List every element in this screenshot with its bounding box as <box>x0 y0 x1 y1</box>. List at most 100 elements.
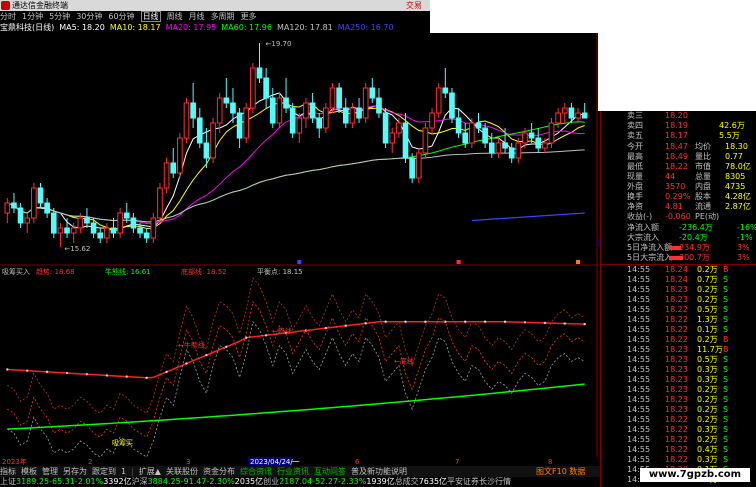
menu-item-4[interactable]: 60分钟 <box>108 11 134 22</box>
menu-item-1[interactable]: 1分钟 <box>22 11 43 22</box>
tick-side: S <box>723 425 729 434</box>
tick-time: 14:55 <box>627 385 651 394</box>
menu-item-8[interactable]: 多周期 <box>211 11 235 22</box>
trend-dot <box>404 320 407 323</box>
tick-price: 18.23 <box>665 295 688 304</box>
menu-item-7[interactable]: 月线 <box>189 11 205 22</box>
quote-volume: 42.6万 <box>719 121 745 130</box>
menu-item-9[interactable]: 更多 <box>241 11 257 22</box>
function-tab[interactable]: 资金分布 <box>203 467 235 476</box>
candle-body <box>223 97 230 104</box>
event-marker[interactable] <box>576 260 581 264</box>
candle-body <box>369 87 376 99</box>
index-label[interactable]: 创业 <box>263 477 279 486</box>
trend-dot <box>165 370 168 374</box>
event-marker[interactable] <box>297 260 302 264</box>
period-menu: 分时 1分钟 5分钟 30分钟 60分钟 日线 周线 月线 多周期 更多 <box>0 11 430 22</box>
candle-body <box>64 227 70 234</box>
stat-label: 净资 <box>627 202 643 211</box>
function-tab[interactable]: 扩展▲ <box>139 467 161 476</box>
candle-body <box>170 162 177 174</box>
tick-side: S <box>723 455 729 464</box>
tick-volume: 0.3万 <box>697 455 718 464</box>
bottom-tab[interactable]: 1 <box>121 467 126 476</box>
tick-price: 18.23 <box>665 405 688 414</box>
panel-row: 14:55 18.23 11.7万 B <box>601 345 756 355</box>
candle-body <box>462 132 469 144</box>
candle-body <box>349 107 356 124</box>
quote-panel: 卖三 18.20 卖四 18.19 42.6万 卖五 18.17 5.5万 今开 18.47 均价 1… <box>600 111 756 487</box>
flow-pct: -16% <box>737 223 756 232</box>
flow-value: -236.4万 <box>679 223 713 232</box>
candle-body <box>555 112 561 124</box>
candle-body <box>329 87 336 109</box>
trend-dot <box>225 345 228 349</box>
index-amount: 1939亿 <box>366 477 395 486</box>
candle-body <box>415 152 422 179</box>
panel-row: 卖四 18.19 42.6万 <box>601 121 756 131</box>
date-tick: 7 <box>455 458 459 466</box>
panel-row: 14:55 18.23 0.2万 S <box>601 405 756 415</box>
index-label[interactable]: 沪深 <box>132 477 148 486</box>
candle-body <box>316 117 323 129</box>
menu-item-3[interactable]: 30分钟 <box>76 11 102 22</box>
date-tick: 2 <box>88 458 92 466</box>
trend-dot <box>483 320 487 323</box>
quote-label: 卖五 <box>627 131 643 140</box>
tick-side: S <box>723 445 729 454</box>
tick-price: 18.22 <box>665 315 688 324</box>
status-bar: 上证3189.25-65.31-2.01%3392亿沪深3884.25-91.4… <box>0 477 600 487</box>
candle-body <box>190 102 196 119</box>
candle-body <box>276 97 283 124</box>
trade-button[interactable]: 交易 <box>406 0 422 11</box>
indicator-header-item: 底部线: 18.52 <box>181 267 227 276</box>
index-amount: 2035亿 <box>234 477 264 486</box>
candle-body <box>130 217 137 229</box>
candle-body <box>104 227 110 239</box>
tick-price: 18.23 <box>665 355 688 364</box>
flow-label: 净流入额 <box>627 223 659 232</box>
bottom-tab[interactable]: 模板 <box>21 467 37 476</box>
menu-item-0[interactable]: 分时 <box>0 11 16 22</box>
quote-volume: 5.5万 <box>719 131 740 140</box>
panel-row: 14:55 18.23 0.2万 S <box>601 285 756 295</box>
flow-bar <box>669 256 683 260</box>
bottom-tab[interactable]: 跟定到 <box>92 467 116 476</box>
panel-row: 现量 44 总量 8305 <box>601 172 756 182</box>
candle-body <box>502 142 508 149</box>
tick-time: 14:55 <box>627 285 651 294</box>
function-tab[interactable]: 互动问答 <box>314 467 346 476</box>
price-chart[interactable]: 19.5019.2519.0018.7518.5018.2518.0017.75… <box>0 33 600 466</box>
f10-button[interactable]: 图文F10 数据 <box>536 466 585 477</box>
candle-body <box>488 142 495 154</box>
menu-item-2[interactable]: 5分钟 <box>49 11 70 22</box>
flow-bar <box>669 246 681 250</box>
function-tab[interactable]: 综合资讯 <box>240 467 272 476</box>
flow-label: 5日净流入额 <box>627 243 673 252</box>
tick-volume: 11.7万 <box>697 345 723 354</box>
index-amount: 7635亿 <box>418 477 448 486</box>
candle-body <box>475 122 482 129</box>
function-tab[interactable]: 行业资讯 <box>277 467 309 476</box>
function-tab[interactable]: 关联股份 <box>166 467 198 476</box>
candle-body <box>117 212 123 234</box>
bottom-tab[interactable]: 另存为 <box>63 467 87 476</box>
menu-item-5[interactable]: 日线 <box>140 11 161 22</box>
stat-label: 内盘 <box>695 182 711 191</box>
panel-row: 最低 18.22 市值 78.0亿 <box>601 162 756 172</box>
event-marker[interactable] <box>456 260 461 264</box>
indicator-header-item: 吸筹买入 <box>2 267 30 276</box>
index-label[interactable]: 上证 <box>0 477 16 486</box>
bottom-tab[interactable]: 管理 <box>42 467 58 476</box>
function-tab[interactable]: 普及新功能说明 <box>351 467 407 476</box>
panel-row: 14:55 18.24 0.7万 S <box>601 275 756 285</box>
candle-body <box>50 212 57 234</box>
candle-body <box>236 112 243 139</box>
candle-body <box>469 122 475 144</box>
candle-body <box>44 202 50 214</box>
bottom-tab[interactable]: 指标 <box>0 467 16 476</box>
menu-item-6[interactable]: 周线 <box>167 11 183 22</box>
index-label[interactable]: 总成交 <box>395 477 419 486</box>
stat-label: 外盘 <box>627 182 643 191</box>
stat-label: 股本 <box>695 192 711 201</box>
